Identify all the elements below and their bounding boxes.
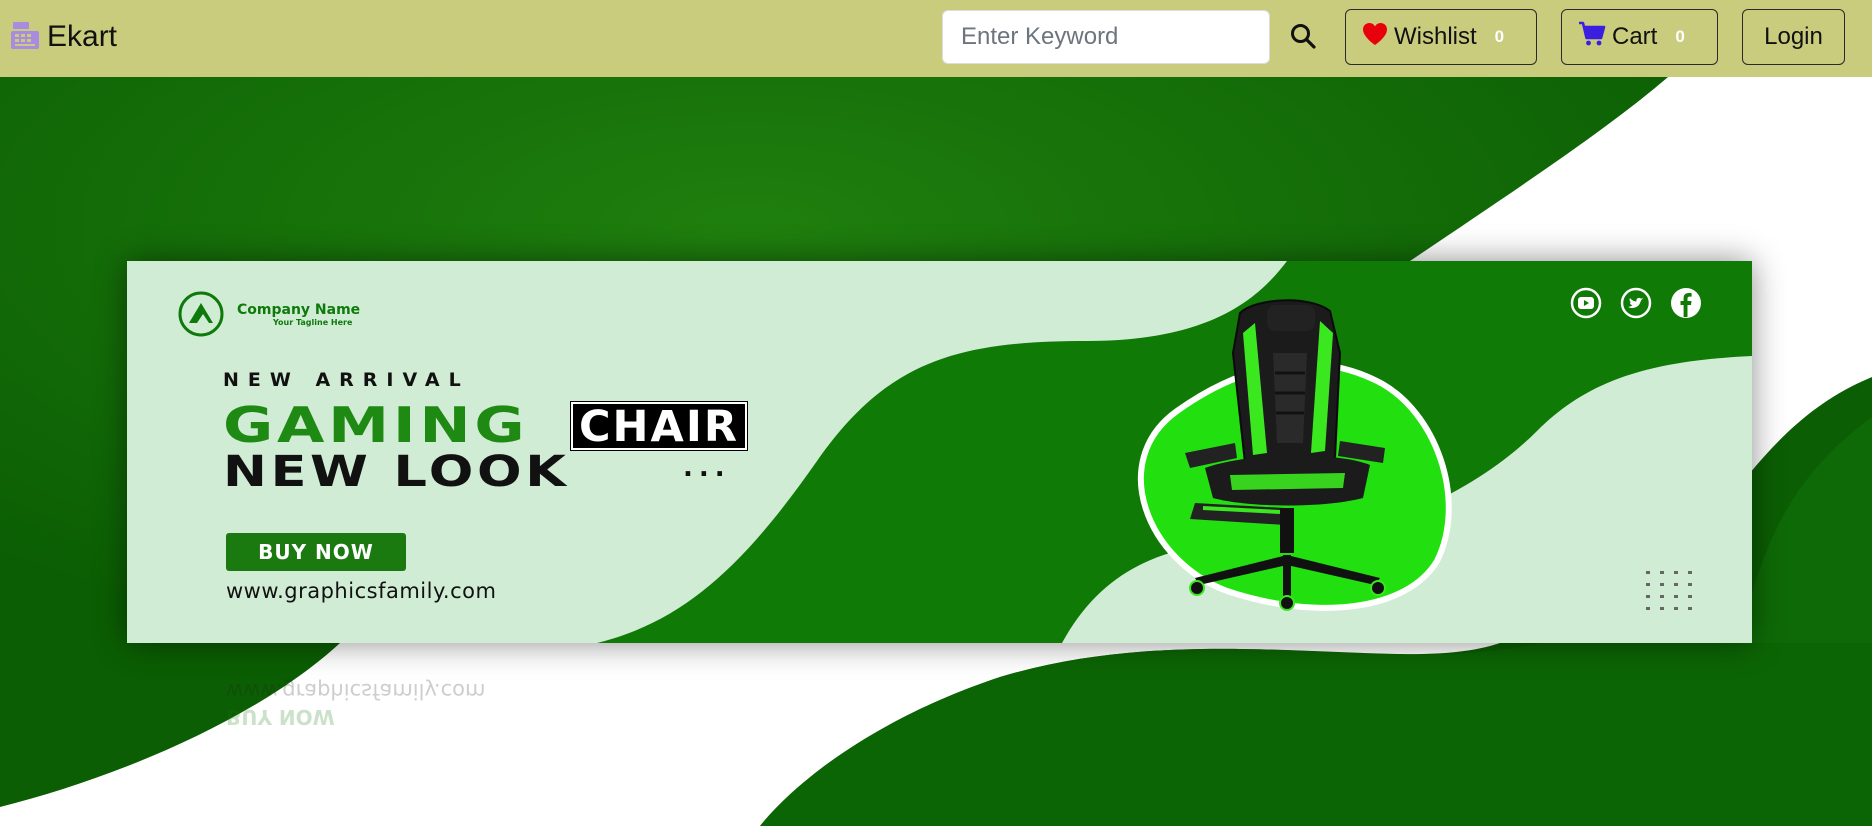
gaming-chair-image <box>1185 299 1386 611</box>
company-name: Company Name <box>237 301 361 318</box>
search-button[interactable] <box>1286 18 1320 58</box>
promo-banner: Company Name Your Tagline Here NEW ARRIV… <box>127 261 1752 643</box>
login-button[interactable]: Login <box>1742 9 1845 65</box>
hero-banner-area: www.graphicsfamily.com BUY NOW Company N… <box>0 77 1872 826</box>
cart-icon <box>1578 21 1606 54</box>
brand[interactable]: Ekart <box>9 17 117 57</box>
facebook-icon[interactable] <box>1670 287 1702 319</box>
decorative-dot-grid <box>1646 571 1692 610</box>
brand-name: Ekart <box>47 20 118 53</box>
buy-now-button[interactable]: BUY NOW <box>226 533 406 571</box>
cart-button[interactable]: Cart 0 <box>1561 9 1718 65</box>
headline-new-look: NEW LOOK <box>223 447 570 497</box>
company-tagline: Your Tagline Here <box>273 317 353 327</box>
headline-line-2: NEW LOOK ... <box>223 447 731 497</box>
cart-label: Cart <box>1612 23 1658 50</box>
youtube-icon[interactable] <box>1570 287 1602 319</box>
wishlist-count-badge: 0 <box>1494 27 1505 46</box>
navbar: Ekart Wishlist 0 Cart 0 <box>0 0 1872 77</box>
company-logo: Company Name Your Tagline Here <box>167 291 360 337</box>
wishlist-button[interactable]: Wishlist 0 <box>1345 9 1537 65</box>
wishlist-label: Wishlist <box>1394 23 1477 50</box>
company-logo-icon <box>178 291 224 337</box>
cart-count-badge: 0 <box>1675 27 1685 46</box>
search-icon <box>1290 23 1316 54</box>
website-url: www.graphicsfamily.com <box>226 579 497 603</box>
kicker-text: NEW ARRIVAL <box>223 369 470 391</box>
twitter-icon[interactable] <box>1620 287 1652 319</box>
social-links <box>1570 287 1702 319</box>
headline-line-1: GAMING CHAIR <box>223 397 748 454</box>
headline-gaming: GAMING <box>223 397 529 454</box>
search-input[interactable] <box>942 10 1270 64</box>
heart-icon <box>1362 22 1388 53</box>
cash-register-icon <box>9 19 41 56</box>
